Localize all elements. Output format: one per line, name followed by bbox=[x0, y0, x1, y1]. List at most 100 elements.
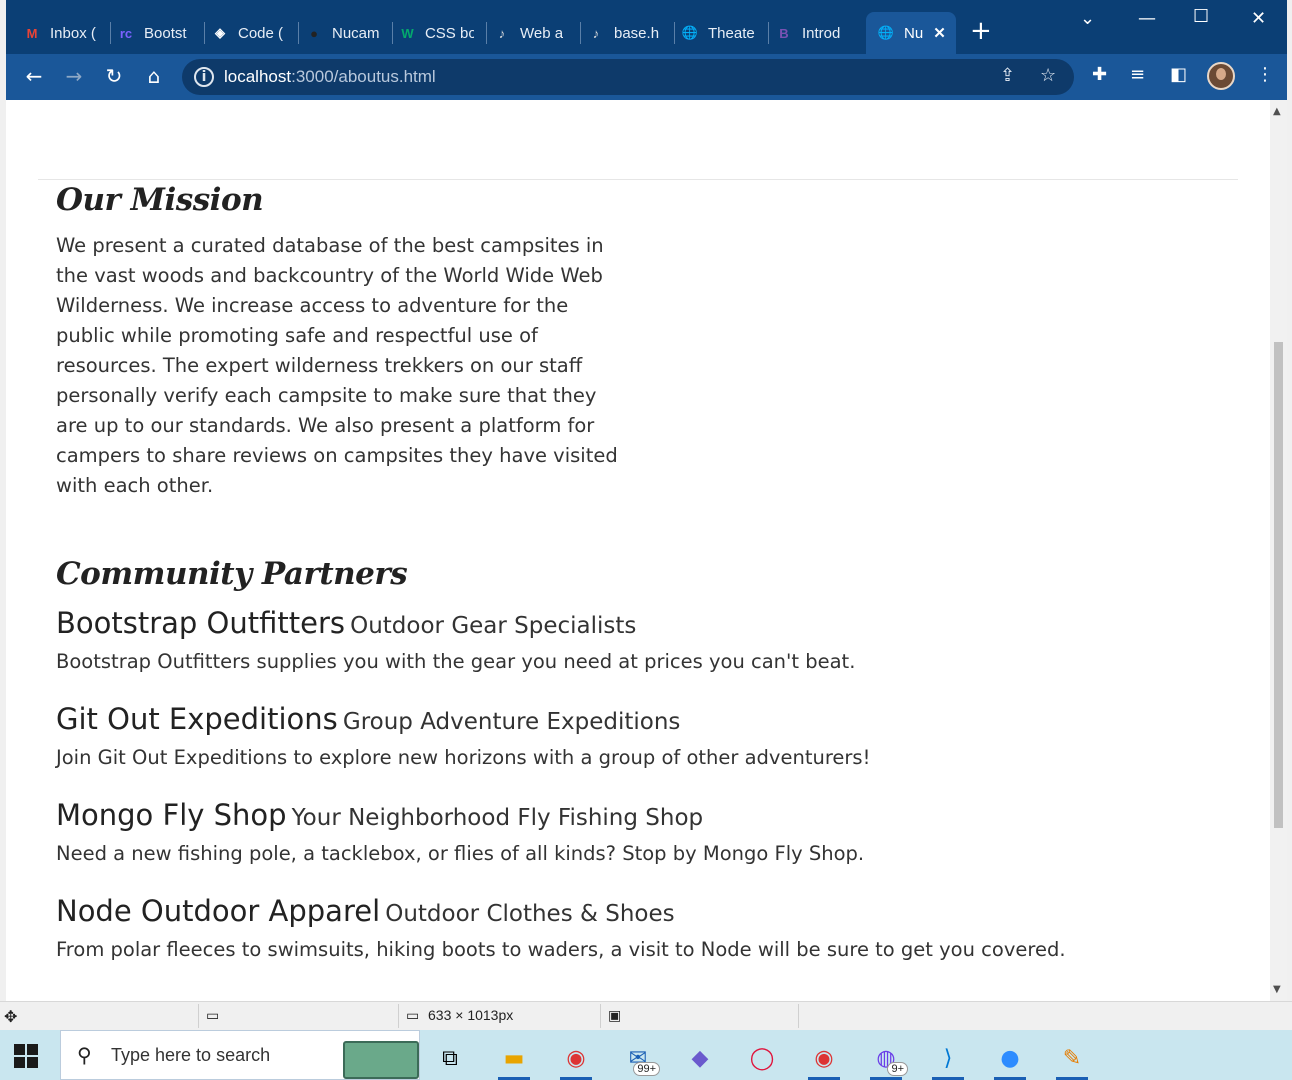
partner-description: Bootstrap Outfitters supplies you with t… bbox=[56, 650, 856, 673]
status-divider bbox=[398, 1004, 399, 1028]
tab-separator bbox=[392, 22, 393, 44]
address-bar[interactable]: i localhost:3000/aboutus.html ⇪ ☆ bbox=[182, 59, 1074, 95]
scroll-thumb[interactable] bbox=[1274, 342, 1283, 828]
share-icon[interactable]: ⇪ bbox=[1000, 65, 1015, 86]
mission-heading: Our Mission bbox=[56, 182, 264, 218]
guitar-icon: ♪ bbox=[498, 25, 506, 41]
maximize-button[interactable]: ☐ bbox=[1193, 6, 1209, 27]
tab-10[interactable]: 🌐 Nu ✕ bbox=[866, 12, 956, 54]
chrome-icon[interactable]: ◉ bbox=[552, 1036, 600, 1080]
windows-taskbar: ⚲ Type here to search ⧉ ▬ ◉ ✉ 99+ ◆ ◯ ◉ ◍… bbox=[0, 1030, 1292, 1080]
canvas-dimensions: 633 × 1013px bbox=[428, 1007, 514, 1023]
github-icon: ● bbox=[310, 25, 318, 41]
tab-9[interactable]: B Introd bbox=[774, 12, 850, 54]
extensions-icon[interactable]: ✚ bbox=[1092, 64, 1107, 85]
profile-avatar[interactable] bbox=[1207, 62, 1235, 90]
search-placeholder: Type here to search bbox=[111, 1045, 271, 1065]
taskbar-search-box[interactable]: ⚲ Type here to search bbox=[60, 1030, 420, 1080]
status-divider bbox=[198, 1004, 199, 1028]
vscode-icon[interactable]: ⟩ bbox=[924, 1036, 972, 1080]
mail-badge: 99+ bbox=[633, 1062, 660, 1076]
tab-label: Nu bbox=[904, 24, 924, 42]
move-cursor-icon: ✥ bbox=[4, 1009, 18, 1026]
partners-heading: Community Partners bbox=[56, 556, 408, 592]
tab-search-icon[interactable]: ⌄ bbox=[1080, 8, 1095, 29]
task-view-icon[interactable]: ⧉ bbox=[426, 1036, 474, 1080]
home-button[interactable]: ⌂ bbox=[140, 62, 168, 90]
partner-tagline: Your Neighborhood Fly Fishing Shop bbox=[291, 805, 704, 831]
partner-name: Mongo Fly Shop bbox=[56, 798, 287, 832]
tab-5[interactable]: W CSS bo bbox=[398, 12, 474, 54]
site-info-icon[interactable]: i bbox=[194, 67, 214, 87]
windows-start-icon[interactable] bbox=[14, 1044, 38, 1068]
partner-item: Node Outdoor Apparel Outdoor Clothes & S… bbox=[56, 894, 1066, 961]
tab-7[interactable]: ♪ base.h bbox=[586, 12, 662, 54]
new-tab-button[interactable]: + bbox=[970, 18, 992, 44]
page-scrollbar[interactable]: ▲ ▼ bbox=[1270, 100, 1287, 1001]
side-panel-icon[interactable]: ◧ bbox=[1170, 64, 1187, 85]
partner-description: From polar fleeces to swimsuits, hiking … bbox=[56, 938, 1066, 961]
tab-strip: M Inbox ( rc Bootst ◈ Code ( ● Nucam W CSS bo ♪ Web… bbox=[6, 0, 1287, 54]
selection-icon: ▭ bbox=[206, 1007, 220, 1023]
search-icon: ⚲ bbox=[77, 1043, 92, 1067]
forward-button[interactable]: → bbox=[60, 62, 88, 90]
back-button[interactable]: ← bbox=[20, 62, 48, 90]
tab-separator bbox=[204, 22, 205, 44]
tab-6[interactable]: ♪ Web a bbox=[492, 12, 568, 54]
chrome-profile-icon[interactable]: ◉ bbox=[800, 1036, 848, 1080]
partner-name: Node Outdoor Apparel bbox=[56, 894, 381, 928]
status-divider bbox=[798, 1004, 799, 1028]
messenger-icon[interactable]: ◍ 9+ bbox=[862, 1036, 910, 1080]
bootstrap-icon: B bbox=[779, 25, 789, 41]
scroll-down-arrow-icon[interactable]: ▼ bbox=[1273, 984, 1281, 995]
tab-label: base.h bbox=[614, 24, 660, 42]
url-path: :3000/aboutus.html bbox=[291, 67, 436, 86]
partner-item: Mongo Fly Shop Your Neighborhood Fly Fis… bbox=[56, 798, 864, 865]
partner-name: Bootstrap Outfitters bbox=[56, 606, 346, 640]
browser-window: M Inbox ( rc Bootst ◈ Code ( ● Nucam W CSS bo ♪ Web… bbox=[6, 0, 1287, 1001]
paint-icon[interactable]: ✎ bbox=[1048, 1036, 1096, 1080]
tab-8[interactable]: 🌐 Theate bbox=[680, 12, 756, 54]
scroll-up-arrow-icon[interactable]: ▲ bbox=[1273, 106, 1281, 117]
partner-tagline: Group Adventure Expeditions bbox=[342, 709, 681, 735]
globe-icon: 🌐 bbox=[681, 25, 699, 40]
tab-1[interactable]: M Inbox ( bbox=[22, 12, 98, 54]
tab-separator bbox=[298, 22, 299, 44]
canvas-size-icon: ▭ bbox=[406, 1007, 420, 1023]
tab-label: Introd bbox=[802, 24, 841, 42]
tab-separator bbox=[674, 22, 675, 44]
partner-item: Git Out Expeditions Group Adventure Expe… bbox=[56, 702, 870, 769]
menu-kebab-icon[interactable]: ⋮ bbox=[1256, 64, 1274, 85]
tab-label: Web a bbox=[520, 24, 564, 42]
tab-separator bbox=[768, 22, 769, 44]
tab-label: Code ( bbox=[238, 24, 284, 42]
codepen-icon: ◈ bbox=[215, 25, 225, 40]
zoom-icon[interactable]: ● bbox=[986, 1036, 1034, 1080]
w3schools-icon: W bbox=[401, 25, 414, 41]
file-explorer-icon[interactable]: ▬ bbox=[490, 1036, 538, 1080]
copilot-icon[interactable]: ◆ bbox=[676, 1036, 724, 1080]
tab-3[interactable]: ◈ Code ( bbox=[210, 12, 286, 54]
tab-label: Inbox ( bbox=[50, 24, 96, 42]
mail-icon[interactable]: ✉ 99+ bbox=[614, 1036, 662, 1080]
guitar-icon: ♪ bbox=[592, 25, 600, 41]
close-window-button[interactable]: ✕ bbox=[1251, 8, 1266, 29]
close-tab-icon[interactable]: ✕ bbox=[933, 24, 946, 42]
tab-label: CSS bo bbox=[424, 24, 474, 42]
minimize-button[interactable]: — bbox=[1138, 8, 1156, 29]
bookmark-star-icon[interactable]: ☆ bbox=[1040, 65, 1056, 86]
media-controls-icon[interactable]: ≡ bbox=[1130, 64, 1145, 85]
opera-icon[interactable]: ◯ bbox=[738, 1036, 786, 1080]
tab-4[interactable]: ● Nucam bbox=[304, 12, 380, 54]
search-highlight-image bbox=[343, 1041, 419, 1079]
url-text[interactable]: localhost:3000/aboutus.html bbox=[224, 67, 436, 87]
partner-item: Bootstrap Outfitters Outdoor Gear Specia… bbox=[56, 606, 855, 673]
tab-separator bbox=[110, 22, 111, 44]
url-host: localhost bbox=[224, 67, 292, 86]
tab-label: Nucam bbox=[332, 24, 380, 42]
reload-button[interactable]: ↻ bbox=[100, 62, 128, 90]
tab-label: Theate bbox=[708, 24, 755, 42]
divider bbox=[38, 179, 1238, 180]
tab-2[interactable]: rc Bootst bbox=[116, 12, 192, 54]
partner-description: Need a new fishing pole, a tacklebox, or… bbox=[56, 842, 865, 865]
